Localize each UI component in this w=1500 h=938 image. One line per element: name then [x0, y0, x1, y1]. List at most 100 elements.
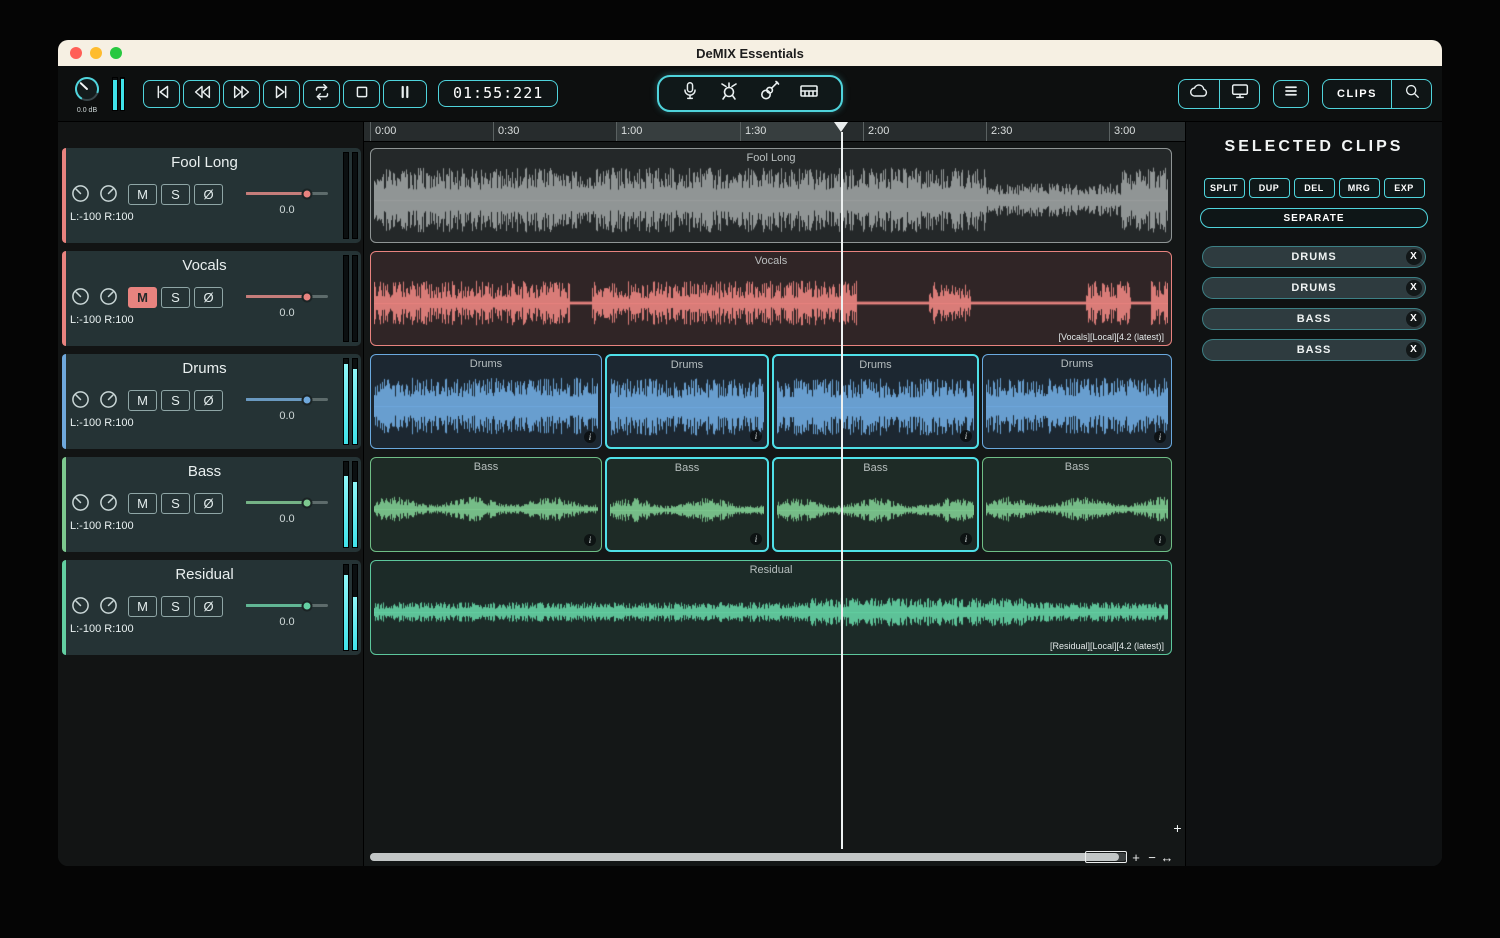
pan-left-knob[interactable] [71, 184, 90, 208]
clip-drums-2[interactable]: Drums i [605, 354, 769, 449]
stem-vocals-button[interactable] [679, 80, 701, 107]
mute-button[interactable]: M [128, 184, 157, 205]
volume-slider[interactable] [246, 295, 328, 298]
track-header-fool-long[interactable]: Fool Long M S Ø 0.0 L:-100 R:100 [62, 148, 361, 243]
mute-button[interactable]: M [128, 596, 157, 617]
selected-clip-item[interactable]: BASS X [1202, 308, 1426, 330]
remove-clip-button[interactable]: X [1406, 249, 1422, 265]
volume-slider[interactable] [246, 192, 328, 195]
delete-button[interactable]: DEL [1294, 178, 1335, 198]
pan-right-knob[interactable] [99, 184, 118, 208]
volume-slider[interactable] [246, 398, 328, 401]
stop-button[interactable] [343, 80, 380, 108]
selected-clip-item[interactable]: DRUMS X [1202, 246, 1426, 268]
mute-button[interactable]: M [128, 390, 157, 411]
fast-forward-button[interactable] [223, 80, 260, 108]
clip-bass-3[interactable]: Bass i [772, 457, 979, 552]
stem-guitar-button[interactable] [757, 79, 781, 108]
volume-slider[interactable] [246, 604, 328, 607]
monitor-button[interactable] [1219, 80, 1259, 108]
search-button[interactable] [1391, 80, 1431, 108]
rewind-button[interactable] [183, 80, 220, 108]
clip-fool-long[interactable]: Fool Long [370, 148, 1172, 243]
info-icon[interactable]: i [960, 533, 972, 545]
monitor-icon [1229, 80, 1251, 107]
solo-button[interactable]: S [161, 287, 190, 308]
loop-button[interactable] [303, 80, 340, 108]
stem-piano-button[interactable] [797, 79, 821, 108]
phase-button[interactable]: Ø [194, 184, 223, 205]
info-icon[interactable]: i [750, 430, 762, 442]
clip-drums-4[interactable]: Drums i [982, 354, 1172, 449]
info-icon[interactable]: i [584, 534, 596, 546]
remove-clip-button[interactable]: X [1406, 280, 1422, 296]
pan-left-knob[interactable] [71, 390, 90, 414]
master-gain[interactable]: 0.0 dB [68, 74, 106, 114]
clip-drums-1[interactable]: Drums i [370, 354, 602, 449]
track-header-bass[interactable]: Bass M S Ø 0.0 L:-100 R:100 [62, 457, 361, 552]
mute-button[interactable]: M [128, 287, 157, 308]
phase-button[interactable]: Ø [194, 596, 223, 617]
volume-slider[interactable] [246, 501, 328, 504]
solo-button[interactable]: S [161, 596, 190, 617]
mute-button[interactable]: M [128, 493, 157, 514]
skip-start-button[interactable] [143, 80, 180, 108]
horizontal-scrollbar[interactable] [370, 853, 1127, 861]
track-header-vocals[interactable]: Vocals M S Ø 0.0 L:-100 R:100 [62, 251, 361, 346]
merge-button[interactable]: MRG [1339, 178, 1380, 198]
solo-button[interactable]: S [161, 184, 190, 205]
separate-button[interactable]: SEPARATE [1200, 208, 1428, 228]
info-icon[interactable]: i [1154, 431, 1166, 443]
selected-clip-item[interactable]: BASS X [1202, 339, 1426, 361]
duplicate-button[interactable]: DUP [1249, 178, 1290, 198]
selected-clip-item[interactable]: DRUMS X [1202, 277, 1426, 299]
solo-button[interactable]: S [161, 493, 190, 514]
pan-left-knob[interactable] [71, 493, 90, 517]
track-header-residual[interactable]: Residual M S Ø 0.0 L:-100 R:100 [62, 560, 361, 655]
pan-right-knob[interactable] [99, 596, 118, 620]
scrollbar-thumb[interactable] [370, 853, 1119, 861]
pause-button[interactable] [383, 80, 427, 108]
maximize-window-button[interactable] [110, 47, 122, 59]
info-icon[interactable]: i [584, 431, 596, 443]
minimize-window-button[interactable] [90, 47, 102, 59]
close-window-button[interactable] [70, 47, 82, 59]
clip-bass-4[interactable]: Bass i [982, 457, 1172, 552]
phase-button[interactable]: Ø [194, 287, 223, 308]
clip-residual[interactable]: Residual [Residual][Local][4.2 (latest)] [370, 560, 1172, 655]
info-icon[interactable]: i [960, 430, 972, 442]
pan-right-knob[interactable] [99, 390, 118, 414]
clip-vocals[interactable]: Vocals [Vocals][Local][4.2 (latest)] [370, 251, 1172, 346]
skip-end-button[interactable] [263, 80, 300, 108]
pan-left-knob[interactable] [71, 287, 90, 311]
phase-button[interactable]: Ø [194, 493, 223, 514]
zoom-in-button[interactable]: + [1129, 850, 1143, 866]
clips-button[interactable]: CLIPS [1323, 80, 1391, 108]
clip-bass-2[interactable]: Bass i [605, 457, 769, 552]
timeline-ruler[interactable]: 0:00 0:30 1:00 1:30 2:00 2:30 3:00 [364, 122, 1185, 142]
window-title: DeMIX Essentials [696, 46, 804, 61]
remove-clip-button[interactable]: X [1406, 342, 1422, 358]
clip-drums-3[interactable]: Drums i [772, 354, 979, 449]
info-icon[interactable]: i [750, 533, 762, 545]
split-button[interactable]: SPLIT [1204, 178, 1245, 198]
zoom-out-button[interactable]: − [1145, 850, 1159, 866]
pan-right-knob[interactable] [99, 287, 118, 311]
solo-button[interactable]: S [161, 390, 190, 411]
zoom-range-handle[interactable] [1085, 851, 1127, 863]
stem-drums-button[interactable] [717, 79, 741, 108]
pan-left-knob[interactable] [71, 596, 90, 620]
info-icon[interactable]: i [1154, 534, 1166, 546]
export-button[interactable]: EXP [1384, 178, 1425, 198]
remove-clip-button[interactable]: X [1406, 311, 1422, 327]
loop-region[interactable] [616, 122, 841, 141]
playhead-marker[interactable] [834, 122, 848, 132]
zoom-fit-button[interactable]: ↔ [1160, 850, 1174, 866]
clip-bass-1[interactable]: Bass i [370, 457, 602, 552]
phase-button[interactable]: Ø [194, 390, 223, 411]
pan-right-knob[interactable] [99, 493, 118, 517]
track-header-drums[interactable]: Drums M S Ø 0.0 L:-100 R:100 [62, 354, 361, 449]
menu-button[interactable] [1273, 80, 1309, 108]
cloud-button[interactable] [1179, 80, 1219, 108]
add-lane-button[interactable]: + [1171, 820, 1184, 836]
